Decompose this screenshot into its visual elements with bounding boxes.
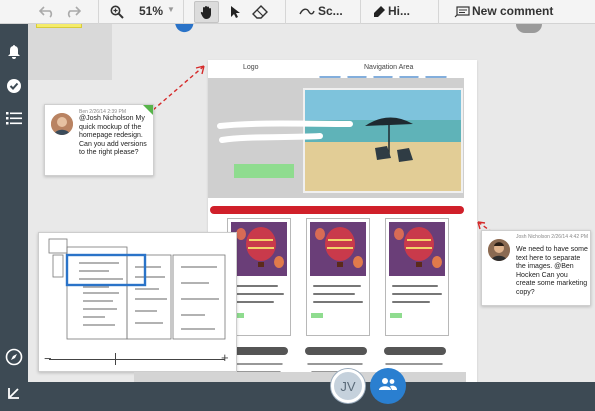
hero-section	[208, 78, 464, 198]
horizontal-scrollbar[interactable]	[134, 372, 466, 382]
collaborator-avatar[interactable]: JV	[331, 369, 365, 403]
homepage-mockup[interactable]: Logo Navigation Area	[208, 60, 477, 382]
screenshot-label[interactable]: Sc...	[318, 4, 343, 18]
compass-icon[interactable]	[4, 347, 24, 367]
people-icon	[379, 377, 397, 396]
image-card[interactable]	[385, 218, 449, 336]
minimap[interactable]: − +	[38, 232, 237, 372]
mockup-logo-label: Logo	[243, 64, 259, 71]
zoom-icon[interactable]	[108, 3, 126, 21]
comment-card[interactable]: Josh Nicholson 2/26/14 4:42 PM We need t…	[481, 230, 591, 306]
collaborators-button[interactable]	[370, 368, 406, 404]
chevron-down-icon[interactable]: ▼	[167, 5, 175, 14]
card-button	[390, 313, 402, 318]
new-comment-button[interactable]: New comment	[472, 4, 553, 18]
minimap-zoom-handle[interactable]	[115, 353, 116, 365]
checkmark-circle-icon[interactable]	[4, 76, 24, 96]
comment-icon[interactable]	[453, 3, 471, 21]
toolbar-divider	[438, 0, 439, 24]
text-scribble	[392, 293, 442, 295]
comment-text: We need to have some text here to separa…	[516, 246, 588, 296]
balloon-image	[310, 222, 366, 276]
minimap-preview	[48, 238, 226, 340]
text-scribble	[313, 293, 355, 295]
avatar	[488, 239, 510, 261]
hand-icon[interactable]	[198, 3, 216, 21]
text-scribble-heavy	[305, 347, 367, 355]
minimap-zoom-track[interactable]	[49, 359, 225, 360]
zoom-out-icon[interactable]: −	[44, 352, 52, 365]
image-card[interactable]	[306, 218, 370, 336]
comment-text: @Josh Nicholson My quick mockup of the h…	[79, 115, 147, 156]
card-button	[311, 313, 323, 318]
toolbar-divider	[183, 0, 184, 24]
left-rail	[0, 24, 28, 411]
list-icon[interactable]	[4, 108, 24, 128]
eraser-icon[interactable]	[251, 3, 269, 21]
text-scribble	[313, 285, 361, 287]
zoom-level[interactable]: 51%	[139, 4, 163, 18]
zoom-in-icon[interactable]: +	[221, 351, 229, 364]
balloon-image	[231, 222, 287, 276]
hero-text-scribbles	[217, 120, 353, 143]
toolbar-divider	[285, 0, 286, 24]
text-scribble	[392, 301, 430, 303]
text-scribble	[234, 285, 278, 287]
text-scribble	[234, 293, 284, 295]
comment-card[interactable]: Ben 2/26/14 2:39 PM @Josh Nicholson My q…	[44, 104, 154, 176]
comment-meta: Josh Nicholson 2/26/14 4:42 PM	[516, 234, 588, 240]
canvas[interactable]: Logo Navigation Area Ben 2/26/14 2:39 PM…	[28, 24, 595, 382]
collaborator-initials: JV	[340, 378, 356, 394]
text-scribble-heavy	[384, 347, 446, 355]
screenshot-icon[interactable]	[298, 3, 316, 21]
undo-icon[interactable]	[38, 3, 56, 21]
mockup-nav-label: Navigation Area	[364, 64, 414, 71]
text-scribble	[313, 301, 363, 303]
resolved-badge	[143, 105, 153, 115]
bell-icon[interactable]	[4, 42, 24, 62]
balloon-image	[389, 222, 445, 276]
section-divider	[210, 206, 464, 214]
toolbar: 51% ▼ Sc... Hi... New comment	[0, 0, 595, 24]
collapse-arrow-icon[interactable]	[4, 383, 24, 403]
toolbar-divider	[98, 0, 99, 24]
toolbar-divider	[360, 0, 361, 24]
highlight-label[interactable]: Hi...	[388, 4, 410, 18]
redo-icon[interactable]	[64, 3, 82, 21]
avatar	[51, 113, 73, 135]
hero-cta	[234, 164, 294, 178]
text-scribble	[234, 301, 274, 303]
pointer-icon[interactable]	[226, 3, 244, 21]
text-scribble	[392, 285, 438, 287]
bottom-bar	[0, 382, 595, 411]
highlighter-icon[interactable]	[370, 3, 388, 21]
